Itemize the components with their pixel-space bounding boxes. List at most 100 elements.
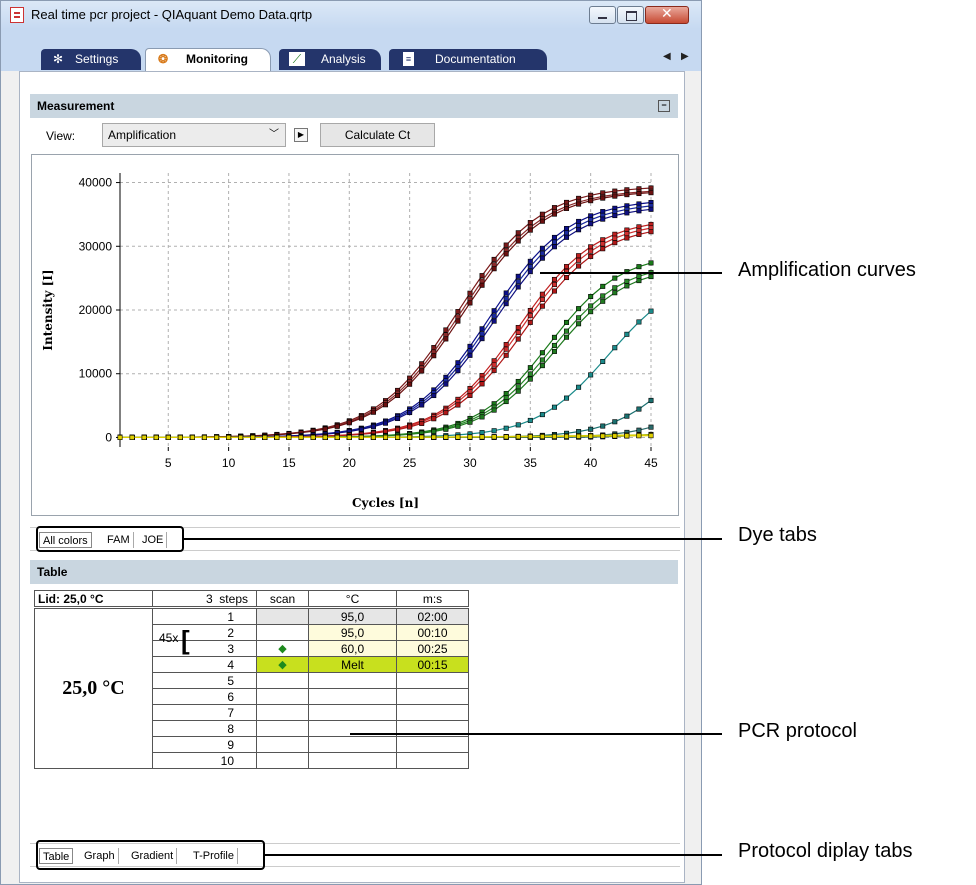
data-point — [588, 294, 594, 300]
temperature-cell[interactable] — [308, 688, 397, 705]
duration-cell[interactable]: 00:25 — [396, 640, 469, 657]
x-tick-label: 25 — [403, 456, 417, 470]
scan-cell[interactable] — [256, 736, 309, 753]
duration-cell[interactable] — [396, 688, 469, 705]
data-point — [527, 307, 533, 313]
data-point — [322, 426, 328, 432]
data-point — [539, 255, 545, 261]
duration-cell[interactable] — [396, 736, 469, 753]
tab-scroll-left-icon[interactable]: ◀ — [663, 51, 671, 62]
pcr-protocol-annotation: PCR protocol — [738, 720, 857, 742]
step-number: 8 — [227, 721, 234, 736]
data-point — [443, 381, 449, 387]
table-row[interactable]: 25,0 °C 1 95,0 02:00 — [34, 608, 469, 769]
tab-scroll-right-icon[interactable]: ▶ — [681, 51, 689, 62]
temperature-cell[interactable] — [308, 704, 397, 721]
scan-cell[interactable] — [256, 672, 309, 689]
x-axis-label: Cycles [n] — [352, 496, 419, 510]
step-number: 9 — [227, 737, 234, 752]
data-point — [551, 234, 557, 240]
duration-cell[interactable] — [396, 672, 469, 689]
series-line — [120, 272, 652, 438]
data-point — [527, 227, 533, 233]
x-tick-label: 5 — [165, 456, 172, 470]
data-point — [600, 358, 606, 364]
minimize-button[interactable] — [589, 6, 616, 24]
data-point — [624, 192, 630, 198]
measurement-header[interactable]: Measurement − — [30, 94, 678, 118]
protocol-tabs-annotation: Protocol diplay tabs — [738, 840, 913, 862]
duration-cell[interactable]: 00:15 — [396, 656, 469, 673]
data-point — [503, 434, 509, 440]
data-point — [515, 325, 521, 331]
data-point — [491, 428, 497, 434]
x-tick-label: 15 — [282, 456, 296, 470]
view-label: View: — [46, 129, 76, 143]
temperature-cell[interactable] — [308, 752, 397, 769]
data-point — [600, 216, 606, 222]
table-header[interactable]: Table — [30, 560, 678, 584]
scan-cell[interactable] — [256, 688, 309, 705]
data-point — [539, 357, 545, 363]
scan-cell[interactable] — [256, 720, 309, 737]
data-point — [515, 273, 521, 279]
tab-monitoring[interactable]: ❂ Monitoring — [145, 48, 271, 72]
data-point — [588, 253, 594, 259]
data-point — [527, 376, 533, 382]
data-point — [588, 248, 594, 254]
data-point — [298, 434, 304, 440]
data-point — [588, 309, 594, 315]
data-point — [141, 434, 147, 440]
scan-cell[interactable] — [256, 752, 309, 769]
data-point — [636, 231, 642, 237]
temperature-cell[interactable]: 95,0 — [308, 624, 397, 641]
data-point — [624, 210, 630, 216]
step-number: 4 — [227, 657, 234, 672]
scan-cell[interactable] — [256, 608, 309, 625]
y-tick-label: 0 — [105, 430, 112, 444]
data-point — [612, 213, 618, 219]
scan-header: scan — [256, 590, 309, 607]
tab-documentation[interactable]: ≡ Documentation — [389, 49, 547, 70]
close-button[interactable] — [645, 6, 689, 24]
data-point — [479, 376, 485, 382]
data-point — [515, 230, 521, 236]
temperature-cell[interactable]: 95,0 — [308, 608, 397, 625]
x-tick-label: 40 — [584, 456, 598, 470]
tab-analysis[interactable]: ⟋ Analysis — [279, 49, 381, 70]
scan-marker-icon[interactable]: ◆ — [256, 640, 309, 657]
view-select[interactable]: Amplification ﹀ — [102, 123, 286, 147]
temperature-cell[interactable]: Melt — [308, 656, 397, 673]
data-point — [648, 229, 654, 235]
duration-cell[interactable] — [396, 752, 469, 769]
data-point — [551, 404, 557, 410]
scan-cell[interactable] — [256, 624, 309, 641]
temperature-cell[interactable] — [308, 736, 397, 753]
scan-cell[interactable] — [256, 704, 309, 721]
data-point — [564, 395, 570, 401]
protocol-tabs-outline — [36, 840, 265, 870]
collapse-icon[interactable]: − — [658, 100, 670, 112]
data-point — [479, 430, 485, 436]
calculate-ct-button[interactable]: Calculate Ct — [320, 123, 435, 147]
play-icon[interactable]: ▶ — [294, 128, 308, 142]
data-point — [527, 417, 533, 423]
maximize-button[interactable] — [617, 6, 644, 24]
data-point — [624, 283, 630, 289]
data-point — [636, 433, 642, 439]
data-point — [165, 434, 171, 440]
tab-settings[interactable]: ✻ Settings — [41, 49, 141, 70]
duration-cell[interactable]: 02:00 — [396, 608, 469, 625]
data-point — [467, 419, 473, 425]
duration-cell[interactable]: 00:10 — [396, 624, 469, 641]
data-point — [539, 218, 545, 224]
x-tick-label: 35 — [524, 456, 538, 470]
data-point — [576, 321, 582, 327]
scan-marker-icon[interactable]: ◆ — [256, 656, 309, 673]
temperature-cell[interactable] — [308, 672, 397, 689]
temperature-cell[interactable]: 60,0 — [308, 640, 397, 657]
duration-cell[interactable] — [396, 704, 469, 721]
data-point — [370, 434, 376, 440]
data-point — [214, 434, 220, 440]
data-point — [177, 434, 183, 440]
